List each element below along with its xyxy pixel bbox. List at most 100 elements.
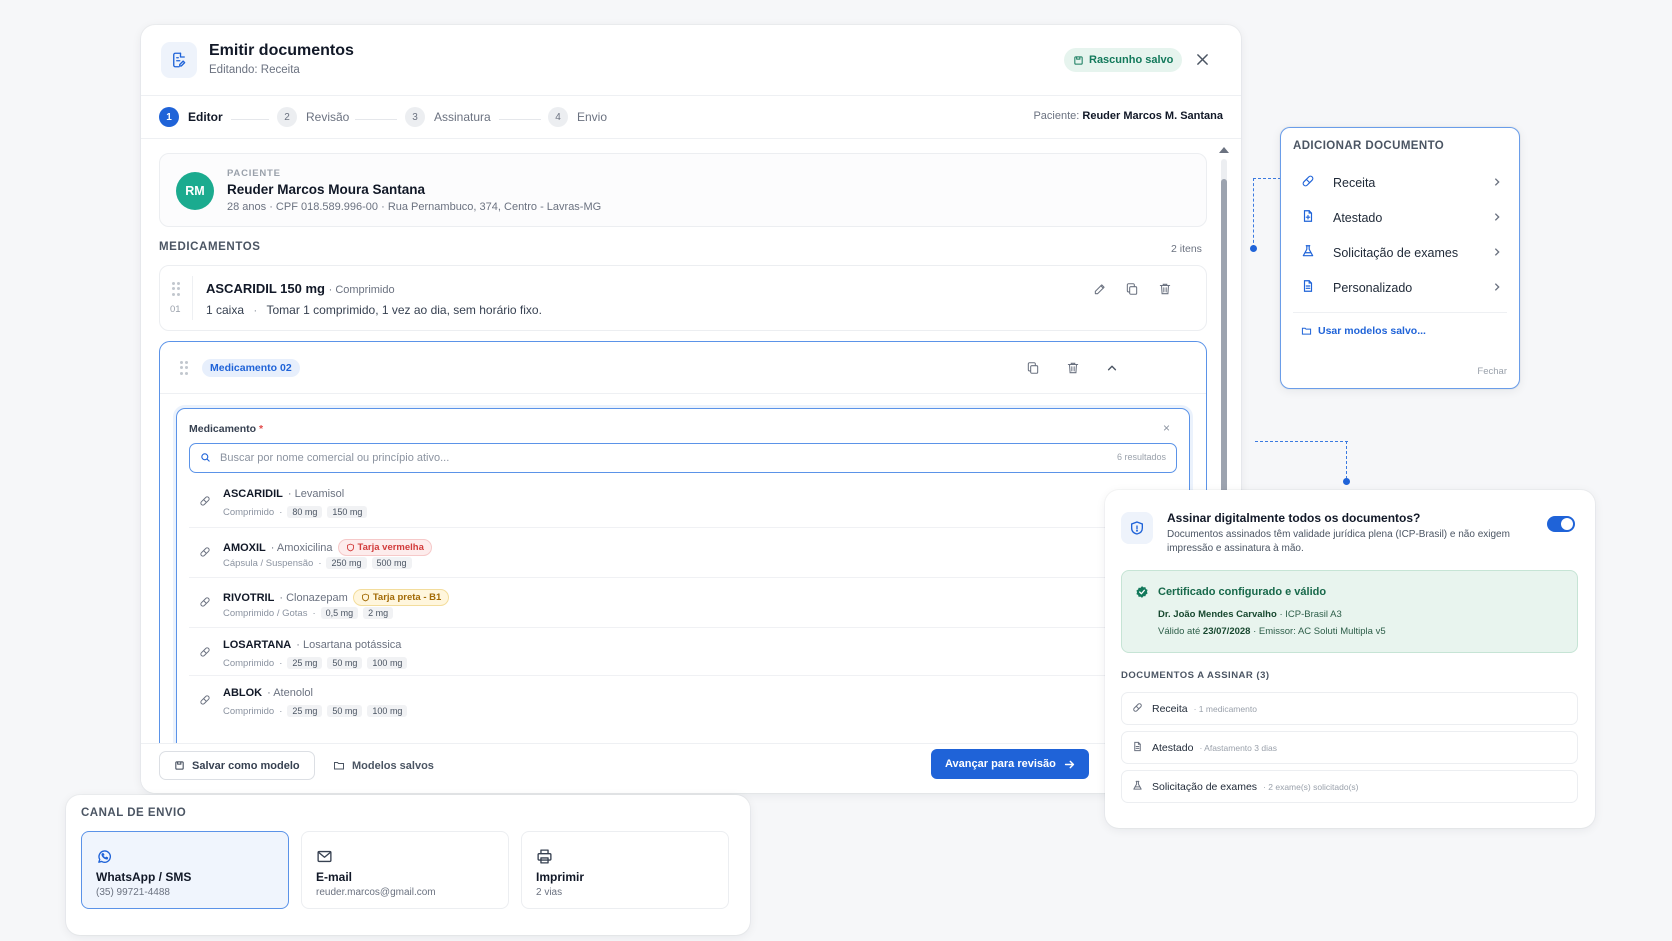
add-receita-item[interactable]: Receita <box>1293 168 1507 198</box>
saved-templates-button[interactable]: Modelos salvos <box>327 751 440 780</box>
channel-email-option[interactable]: E-mail reuder.marcos@gmail.com <box>301 831 509 909</box>
dose-chip: 50 mg <box>327 705 363 717</box>
save-icon <box>175 761 184 770</box>
pill-icon <box>200 695 210 705</box>
medication-search-field[interactable] <box>220 444 1050 471</box>
save-icon <box>1074 55 1083 65</box>
drag-handle-icon[interactable] <box>180 361 188 375</box>
delete-button[interactable] <box>1155 279 1175 299</box>
add-atestado-item[interactable]: Atestado <box>1293 203 1507 233</box>
add-exam-request-item[interactable]: Solicitação de exames <box>1293 238 1507 268</box>
step-send[interactable]: 4 Envio <box>548 107 607 127</box>
black-label-badge: Tarja preta - B1 <box>352 589 450 606</box>
sign-description: Documentos assinados têm validade jurídi… <box>1167 529 1510 554</box>
dose-chip: 100 mg <box>367 657 408 669</box>
drag-handle-icon[interactable] <box>172 282 180 296</box>
arrow-right-icon <box>1064 760 1075 768</box>
certificate-status: Certificado configurado e válido Dr. Joã… <box>1121 570 1578 653</box>
scroll-up-icon[interactable] <box>1219 147 1229 153</box>
connector-dot <box>1250 245 1257 252</box>
use-saved-templates-link[interactable]: Usar modelos salvo... <box>1301 325 1426 337</box>
close-popover-button[interactable]: Fechar <box>1477 366 1507 377</box>
chevron-right-icon <box>1494 248 1500 256</box>
divider <box>141 138 1241 139</box>
chevron-right-icon <box>1494 213 1500 221</box>
draft-status-badge: Rascunho salvo <box>1064 48 1183 72</box>
clear-search-button[interactable]: × <box>1163 421 1170 435</box>
scrollbar-thumb[interactable] <box>1221 179 1227 529</box>
whatsapp-icon <box>98 850 111 863</box>
medication-search-panel: Medicamento * × 6 resultados ASCARIDIL· … <box>176 408 1190 760</box>
search-result-item[interactable]: LOSARTANA · Losartana potássica Comprimid… <box>189 627 1177 677</box>
mail-icon <box>317 850 332 863</box>
document-icon <box>1134 741 1141 751</box>
pill-icon <box>1133 702 1142 712</box>
search-result-item[interactable]: ABLOK · Atenolol Comprimido · 25 mg 50 mg 100… <box>189 675 1177 725</box>
add-document-title: ADICIONAR DOCUMENTO <box>1293 140 1445 152</box>
medication-item[interactable]: 01 ASCARIDIL 150 mg · Comprimido 1 caixa… <box>159 265 1207 331</box>
save-as-template-button[interactable]: Salvar como modelo <box>159 751 315 780</box>
modal-title: Emitir documentos <box>209 42 354 59</box>
step-connector <box>231 119 269 120</box>
connector-line <box>1253 178 1254 248</box>
channel-print-option[interactable]: Imprimir 2 vias <box>521 831 729 909</box>
medication-index: 01 <box>170 304 181 315</box>
flask-icon <box>1302 244 1314 256</box>
step-editor[interactable]: 1 Editor <box>159 107 223 127</box>
red-label-badge: Tarja vermelha <box>337 539 432 556</box>
add-custom-item[interactable]: Personalizado <box>1293 273 1507 303</box>
search-result-item[interactable]: AMOXIL · Amoxicilina Tarja vermelha Cápsu… <box>189 527 1177 577</box>
trash-icon <box>1159 283 1171 295</box>
dose-chip: 80 mg <box>287 506 323 518</box>
printer-icon <box>537 849 552 864</box>
pill-icon <box>200 647 210 657</box>
certificate-title: Certificado configurado e válido <box>1158 586 1327 598</box>
stepper: 1 Editor 2 Revisão 3 Assinatura 4 Envio … <box>159 107 1223 131</box>
sign-title: Assinar digitalmente todos os documentos… <box>1167 511 1421 525</box>
chevron-right-icon <box>1494 178 1500 186</box>
duplicate-button[interactable] <box>1023 358 1043 378</box>
step-connector <box>499 119 541 120</box>
flask-icon <box>1133 780 1142 790</box>
edit-button[interactable] <box>1090 279 1110 299</box>
pill-icon <box>200 496 210 506</box>
document-icon <box>1303 279 1313 292</box>
pill-icon <box>200 597 210 607</box>
step-signature[interactable]: 3 Assinatura <box>405 107 491 127</box>
search-result-item[interactable]: RIVOTRIL · Clonazepam Tarja preta - B1 Co… <box>189 577 1177 627</box>
dose-chip: 0,5 mg <box>320 607 359 619</box>
patient-label: PACIENTE <box>227 168 281 179</box>
folder-icon <box>1301 327 1312 335</box>
modal-subtitle: Editando: Receita <box>209 64 300 76</box>
send-channel-panel: CANAL DE ENVIO WhatsApp / SMS (35) 99721… <box>66 795 750 935</box>
trash-icon <box>1067 362 1079 374</box>
patient-summary: Paciente: Reuder Marcos M. Santana <box>1033 110 1223 122</box>
duplicate-button[interactable] <box>1122 279 1142 299</box>
shield-icon <box>346 543 354 552</box>
dose-chip: 50 mg <box>327 657 363 669</box>
pill-icon <box>1302 175 1314 186</box>
copy-icon <box>1027 362 1039 374</box>
check-badge-icon <box>1136 586 1148 598</box>
delete-button[interactable] <box>1063 358 1083 378</box>
search-result-item[interactable]: ASCARIDIL · Levamisol Comprimido · 80 mg 150… <box>189 477 1177 527</box>
medication-editor: Medicamento 02 Medicamento * × 6 resulta… <box>159 341 1207 761</box>
divider <box>141 95 1241 96</box>
close-modal-button[interactable] <box>1191 48 1213 70</box>
channel-whatsapp-option[interactable]: WhatsApp / SMS (35) 99721-4488 <box>81 831 289 909</box>
medication-name: ASCARIDIL 150 mg · Comprimido <box>206 281 395 296</box>
medications-count: 2 itens <box>1171 243 1202 255</box>
connector-dot <box>1343 478 1350 485</box>
collapse-button[interactable] <box>1102 358 1122 378</box>
document-to-sign-row[interactable]: Receita · 1 medicamento <box>1121 692 1578 725</box>
medication-search-input[interactable]: 6 resultados <box>189 443 1177 473</box>
pill-icon <box>200 547 210 557</box>
document-to-sign-row[interactable]: Solicitação de exames · 2 exame(s) solic… <box>1121 770 1578 803</box>
divider <box>1293 312 1507 313</box>
document-to-sign-row[interactable]: Atestado · Afastamento 3 dias <box>1121 731 1578 764</box>
step-review[interactable]: 2 Revisão <box>277 107 349 127</box>
avatar: RM <box>176 172 214 210</box>
document-plus-icon <box>1303 209 1313 222</box>
advance-to-review-button[interactable]: Avançar para revisão <box>931 749 1089 779</box>
sign-all-toggle[interactable] <box>1547 516 1575 532</box>
